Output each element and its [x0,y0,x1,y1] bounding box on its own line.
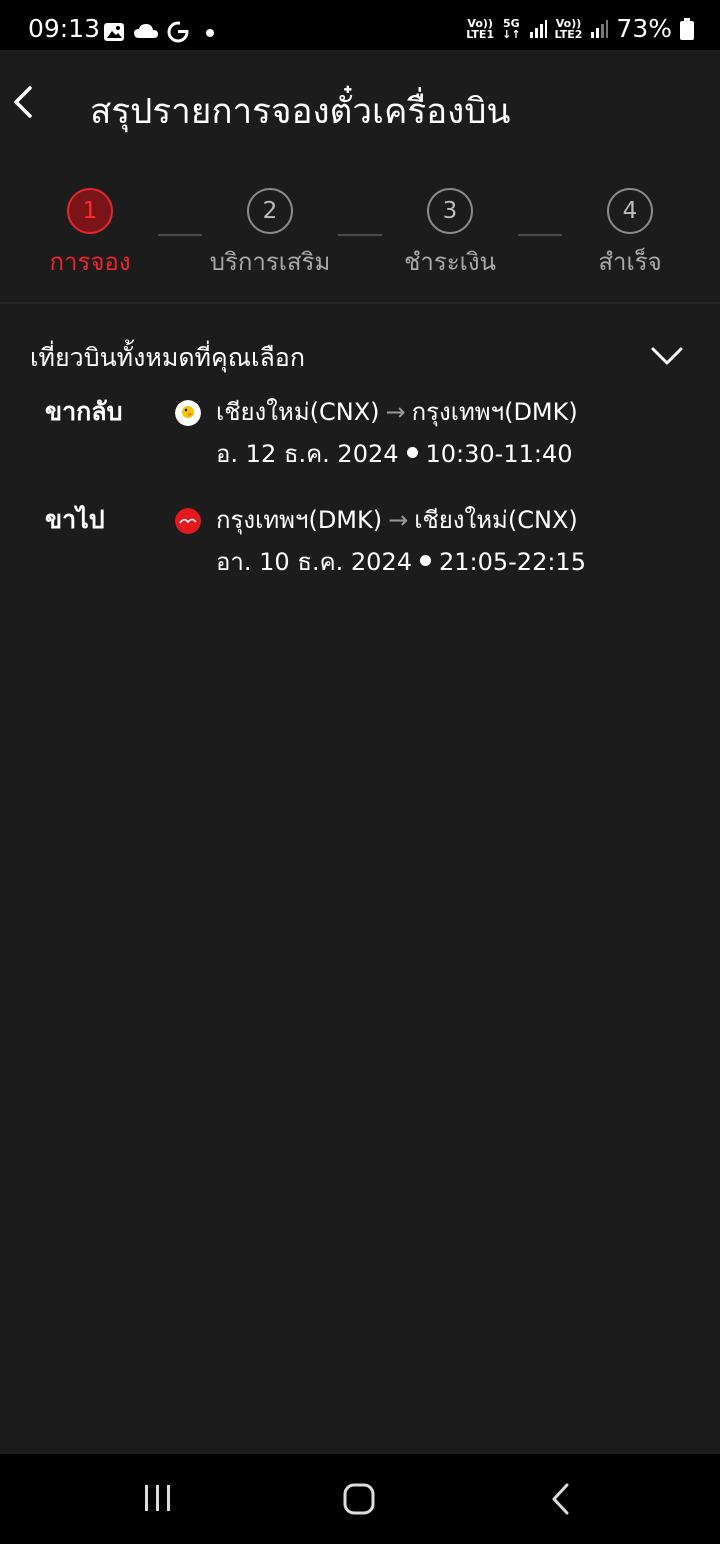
flight-date: อา. 10 ธ.ค. 2024 [216,548,412,576]
recent-apps-icon[interactable] [142,1482,174,1514]
leg-label: ขากลับ [45,397,123,426]
origin: เชียงใหม่(CNX) [216,398,380,426]
flight-time: 10:30-11:40 [425,440,573,468]
separator-dot [406,446,418,458]
leg-label: ขาไป [45,505,105,534]
step-number: 3 [427,188,473,234]
chevron-down-icon[interactable] [650,344,684,368]
chevron-left-icon[interactable] [8,80,44,124]
sim1-indicator: Vo)) LTE1 [466,16,495,41]
booking-summary-screen: สรุปรายการจองตั๋วเครื่องบิน 1 การจอง 2 บ… [0,50,720,1454]
step-number: 1 [67,188,113,234]
step-label: การจอง [49,248,131,276]
step-booking: 1 การจอง [10,188,170,281]
nok-air-logo-icon [175,400,201,426]
flight-time: 21:05-22:15 [438,548,586,576]
gallery-icon [104,23,124,41]
step-label: บริการเสริม [209,248,331,276]
status-bar: 09:13 Vo)) LTE1 5G ↓↑ Vo)) LTE2 73% [0,0,720,50]
arrow-right-icon: → [388,506,409,534]
step-label: สำเร็จ [598,248,662,276]
flight-datetime: อ. 12 ธ.ค. 2024 10:30-11:40 [216,434,573,473]
step-number: 4 [607,188,653,234]
step-payment: 3 ชำระเงิน [370,188,530,281]
flight-datetime: อา. 10 ธ.ค. 2024 21:05-22:15 [216,542,586,581]
arrow-right-icon: → [385,398,406,426]
flights-section-title: เที่ยวบินทั้งหมดที่คุณเลือก [30,343,305,372]
battery-icon [680,17,694,40]
signal-icon-2 [591,19,609,38]
status-time: 09:13 [28,14,101,43]
app-bar: สรุปรายการจองตั๋วเครื่องบิน [0,50,720,168]
flight-return[interactable]: ขากลับ เชียงใหม่(CNX) → กรุงเทพฯ(DMK) อ. 1… [0,392,720,482]
g-app-icon [167,20,190,43]
sim2-indicator: Vo)) LTE2 [554,16,583,41]
back-icon[interactable] [548,1482,574,1516]
destination: เชียงใหม่(CNX) [414,506,578,534]
flight-date: อ. 12 ธ.ค. 2024 [216,440,399,468]
flight-route: กรุงเทพฯ(DMK) → เชียงใหม่(CNX) [216,500,578,539]
divider [0,302,720,304]
signal-icon [529,19,547,38]
cloud-icon [134,24,158,38]
flight-outbound[interactable]: ขาไป กรุงเทพฯ(DMK) → เชียงใหม่(CNX) อา. 10… [0,500,720,590]
network-5g-indicator: 5G ↓↑ [502,16,521,41]
notification-dot-icon [206,29,214,37]
destination: กรุงเทพฯ(DMK) [411,398,578,426]
airasia-logo-icon [175,508,201,534]
step-number: 2 [247,188,293,234]
origin: กรุงเทพฯ(DMK) [216,506,383,534]
status-right: Vo)) LTE1 5G ↓↑ Vo)) LTE2 73% [466,14,694,43]
home-icon[interactable] [342,1482,376,1516]
system-nav-bar [0,1454,720,1544]
step-extras: 2 บริการเสริม [190,188,350,281]
battery-percent: 73% [616,14,672,43]
step-complete: 4 สำเร็จ [550,188,710,281]
flight-route: เชียงใหม่(CNX) → กรุงเทพฯ(DMK) [216,392,578,431]
separator-dot [419,554,431,566]
page-title: สรุปรายการจองตั๋วเครื่องบิน [90,92,511,132]
booking-stepper: 1 การจอง 2 บริการเสริม 3 ชำระเงิน 4 สำเร… [0,188,720,298]
step-label: ชำระเงิน [404,248,496,276]
